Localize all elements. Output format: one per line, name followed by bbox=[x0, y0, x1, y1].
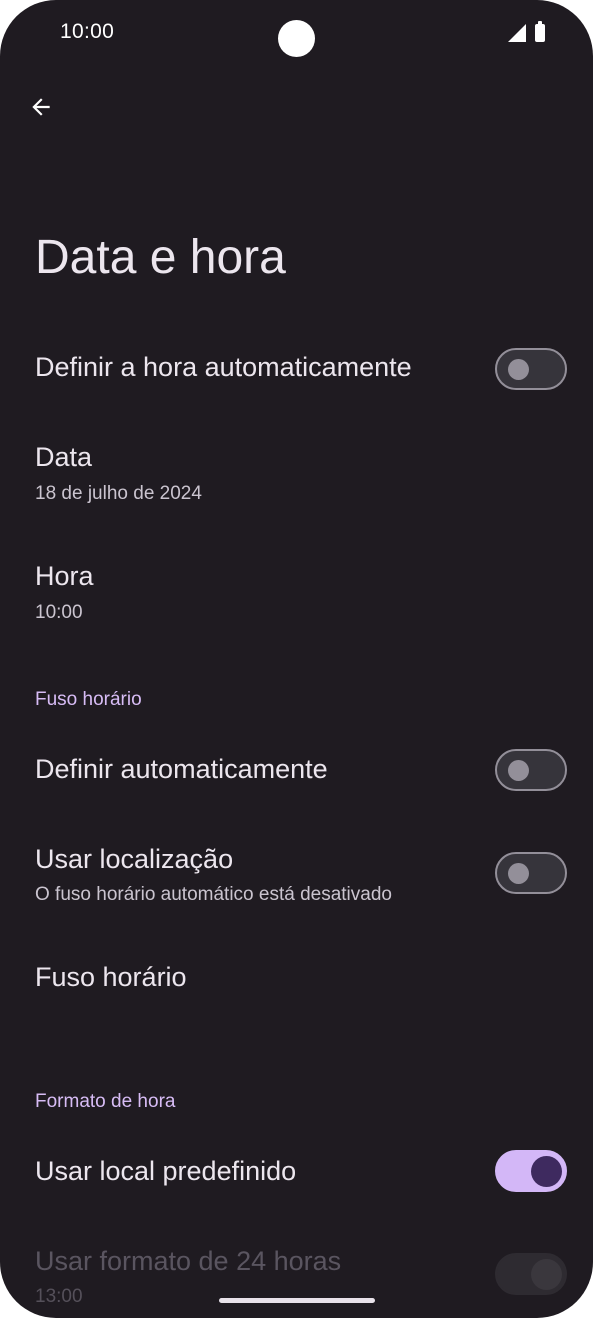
battery-icon bbox=[535, 21, 545, 42]
timezone-section-header: Fuso horário bbox=[35, 689, 142, 710]
use-24h-label: Usar formato de 24 horas bbox=[35, 1246, 342, 1276]
timezone-label: Fuso horário bbox=[35, 962, 187, 992]
auto-timezone-label: Definir automaticamente bbox=[35, 754, 328, 784]
use-24h-sub: 13:00 bbox=[35, 1286, 83, 1307]
use-24h-toggle bbox=[495, 1253, 567, 1295]
page-title: Data e hora bbox=[35, 231, 286, 284]
use-locale-label: Usar local predefinido bbox=[35, 1156, 297, 1186]
auto-timezone-toggle[interactable] bbox=[495, 749, 567, 791]
auto-timezone-row[interactable]: Definir automaticamente bbox=[0, 742, 593, 802]
settings-screen: 10:00 Data e hora Definir a hora automat… bbox=[0, 0, 593, 1318]
use-location-row[interactable]: Usar localização O fuso horário automáti… bbox=[0, 832, 593, 922]
back-button[interactable] bbox=[22, 88, 60, 126]
date-value: 18 de julho de 2024 bbox=[35, 483, 202, 504]
auto-time-toggle[interactable] bbox=[495, 348, 567, 390]
signal-icon bbox=[508, 24, 526, 42]
camera-cutout bbox=[278, 20, 315, 57]
toggle-knob bbox=[508, 760, 529, 781]
use-location-toggle[interactable] bbox=[495, 852, 567, 894]
toggle-knob bbox=[531, 1259, 562, 1290]
auto-time-row[interactable]: Definir a hora automaticamente bbox=[0, 340, 593, 400]
use-locale-toggle[interactable] bbox=[495, 1150, 567, 1192]
time-row[interactable]: Hora 10:00 bbox=[0, 549, 593, 639]
auto-time-label: Definir a hora automaticamente bbox=[35, 352, 412, 382]
toggle-knob bbox=[508, 863, 529, 884]
toggle-knob bbox=[531, 1156, 562, 1187]
home-indicator[interactable] bbox=[219, 1298, 375, 1303]
time-label: Hora bbox=[35, 561, 94, 591]
use-24h-row: Usar formato de 24 horas 13:00 bbox=[0, 1234, 593, 1318]
time-format-section-header: Formato de hora bbox=[35, 1091, 176, 1112]
status-icons bbox=[508, 21, 545, 42]
use-locale-row[interactable]: Usar local predefinido bbox=[0, 1144, 593, 1204]
use-location-label: Usar localização bbox=[35, 844, 234, 874]
date-row[interactable]: Data 18 de julho de 2024 bbox=[0, 430, 593, 520]
use-location-sub: O fuso horário automático está desativad… bbox=[35, 884, 392, 905]
date-label: Data bbox=[35, 442, 93, 472]
timezone-row[interactable]: Fuso horário bbox=[0, 950, 593, 1010]
status-time: 10:00 bbox=[60, 20, 115, 43]
time-value: 10:00 bbox=[35, 602, 83, 623]
toggle-knob bbox=[508, 359, 529, 380]
arrow-back-icon bbox=[32, 98, 50, 116]
